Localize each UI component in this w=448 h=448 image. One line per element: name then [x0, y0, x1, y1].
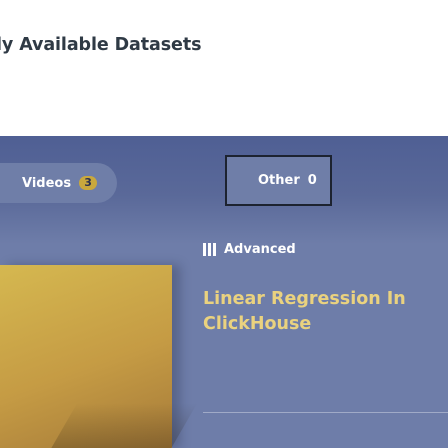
course-card[interactable]: Advanced Linear Regression In ClickHouse [193, 232, 448, 448]
filter-videos-button[interactable]: Videos 3 [0, 163, 117, 203]
filter-other-count: 0 [307, 173, 317, 188]
filter-other-button[interactable]: Other 0 [225, 155, 332, 206]
filter-section: Videos 3 Other 0 Advanced Linear Regress… [0, 136, 448, 448]
course-level: Advanced [203, 242, 296, 257]
card-image-shade [42, 403, 198, 448]
filter-videos-label: Videos [22, 175, 72, 191]
course-title-line-1: Linear Regression In [203, 289, 406, 309]
course-title-line-2: ClickHouse [203, 314, 312, 334]
filter-other-label: Other [258, 173, 300, 188]
course-title[interactable]: Linear Regression In ClickHouse [203, 287, 448, 337]
page: ly Available Datasets Videos 3 Other 0 A… [0, 0, 448, 448]
level-bars-icon [203, 243, 216, 256]
section-heading: ly Available Datasets [0, 35, 202, 55]
card-divider [203, 412, 448, 413]
filter-bar: Videos 3 Other 0 [0, 136, 448, 244]
course-level-label: Advanced [224, 242, 296, 257]
course-card-image[interactable] [0, 265, 198, 448]
filter-videos-count: 3 [79, 176, 98, 190]
